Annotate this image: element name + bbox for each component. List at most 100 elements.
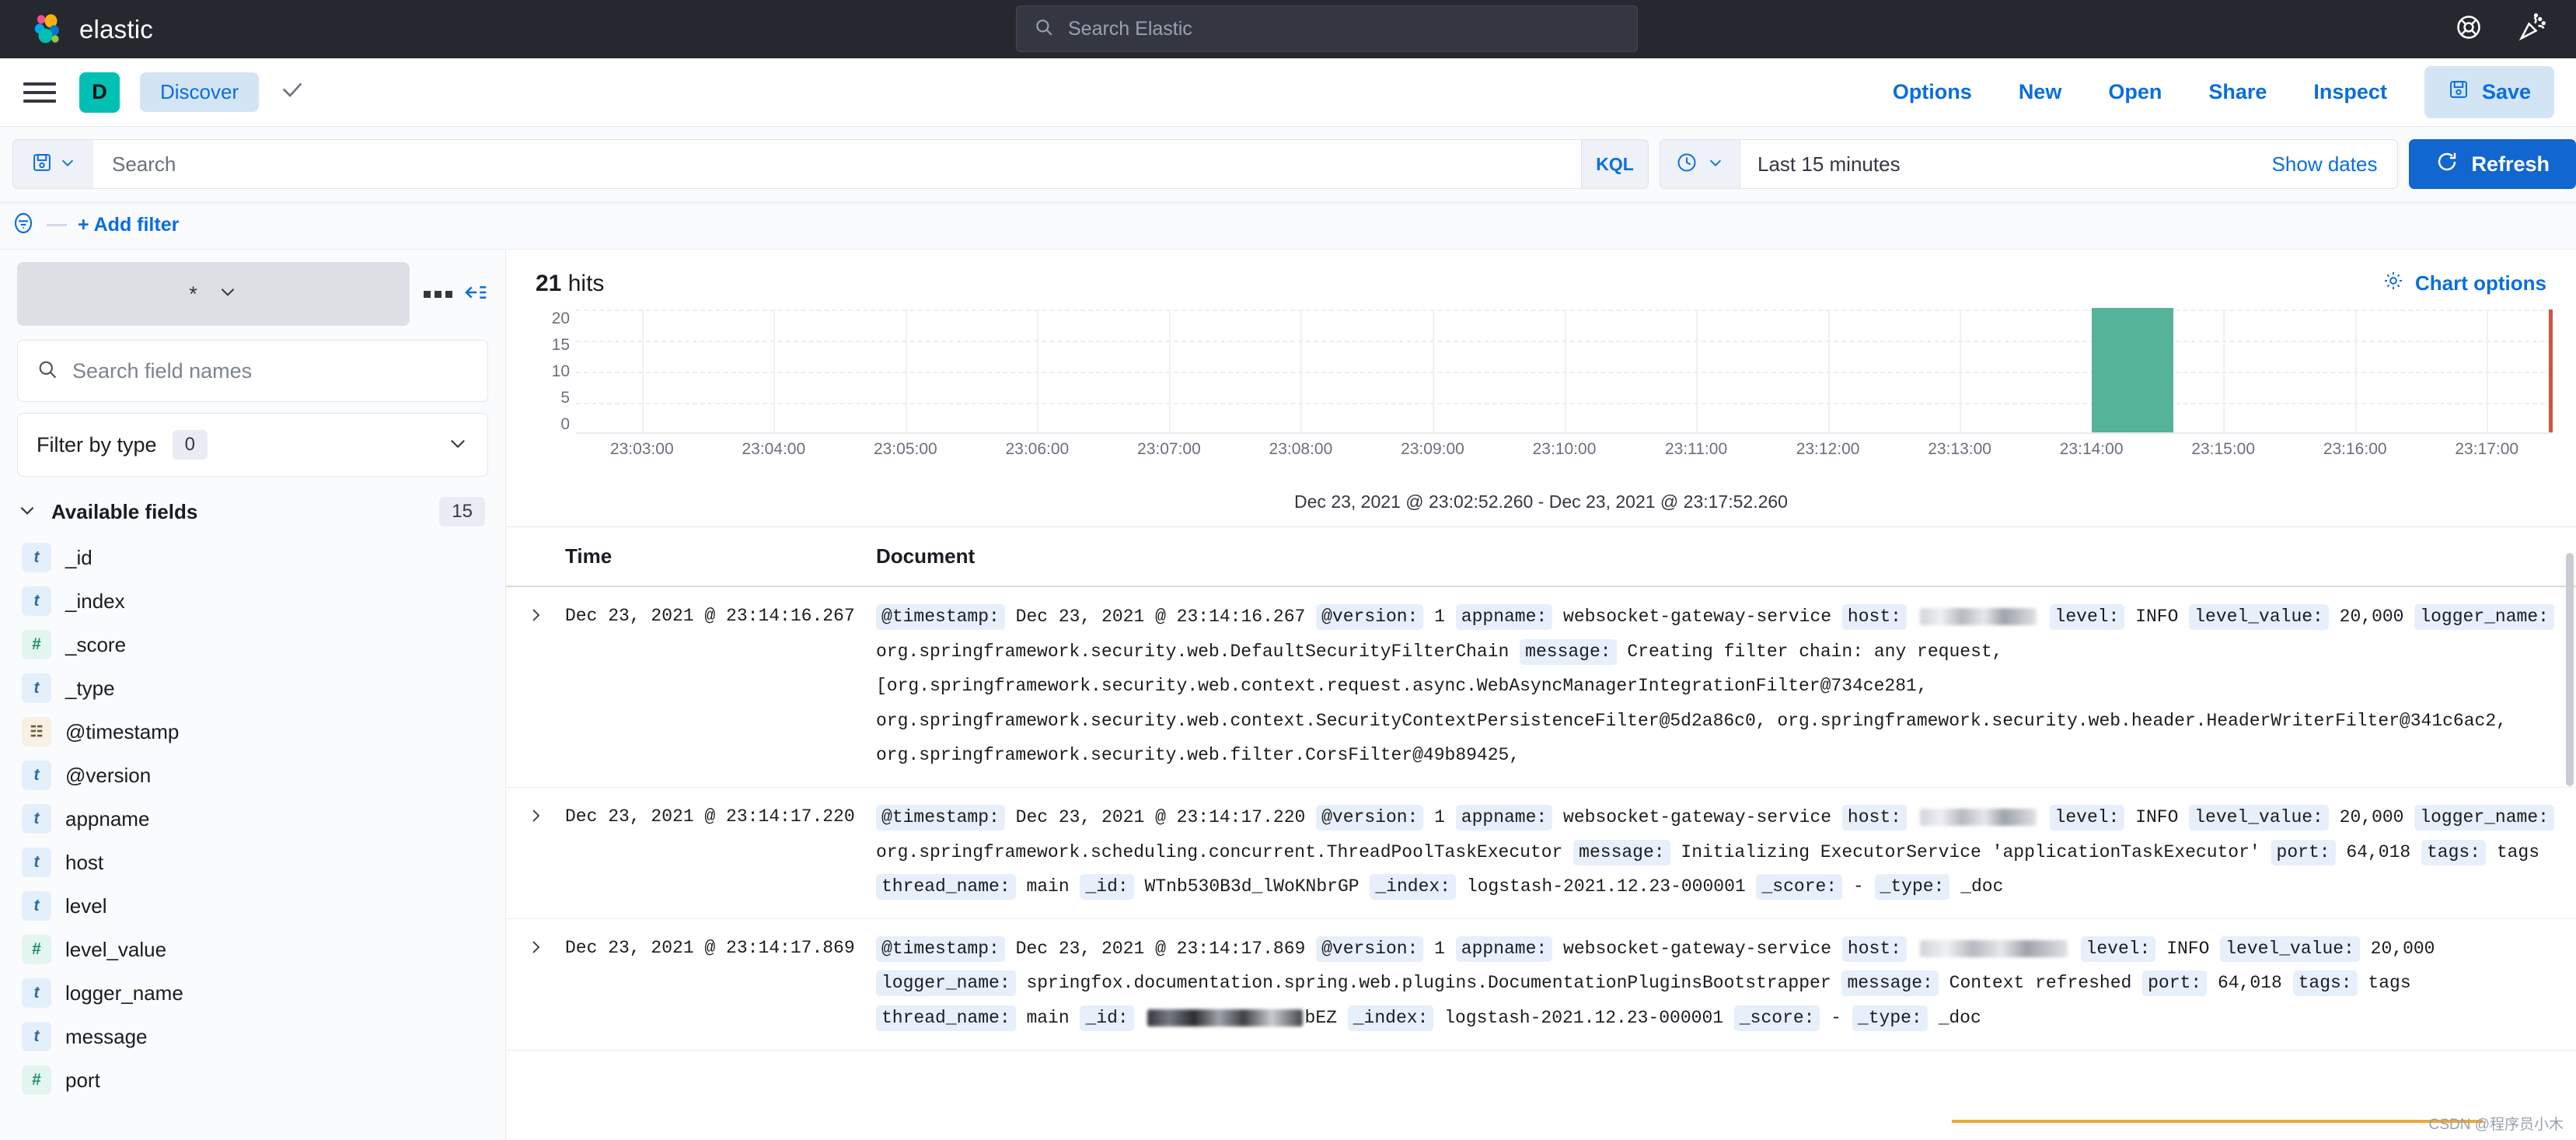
saved-query-button[interactable] (12, 139, 93, 189)
redacted-value (1920, 940, 2068, 957)
field-name: port (65, 1068, 100, 1093)
row-timestamp: Dec 23, 2021 @ 23:14:17.869 (565, 932, 876, 1036)
breadcrumb-discover[interactable]: Discover (140, 72, 259, 112)
field-item[interactable]: tmessage (17, 1015, 488, 1058)
filter-by-type-select[interactable]: Filter by type 0 (17, 413, 488, 477)
field-name: appname (65, 807, 149, 831)
doc-field-key: _index: (1348, 1005, 1434, 1031)
row-timestamp: Dec 23, 2021 @ 23:14:17.220 (565, 800, 876, 904)
show-dates-button[interactable]: Show dates (2252, 152, 2398, 177)
field-item[interactable]: thost (17, 841, 488, 884)
field-name: _type (65, 677, 115, 701)
query-language-button[interactable]: KQL (1582, 139, 1649, 189)
expand-row-button[interactable] (506, 600, 565, 773)
index-pattern-select[interactable]: * (17, 262, 410, 326)
field-item[interactable]: t@version (17, 754, 488, 797)
doc-field-key: message: (1841, 970, 1938, 996)
share-button[interactable]: Share (2185, 80, 2290, 104)
doc-field-key: level: (2050, 604, 2125, 630)
x-tick-label: 23:16:00 (2323, 440, 2387, 459)
expand-row-button[interactable] (506, 932, 565, 1036)
available-fields-label: Available fields (51, 500, 425, 524)
field-item[interactable]: # port (17, 1058, 488, 1102)
available-fields-header[interactable]: Available fields 15 (17, 497, 488, 526)
histogram-chart[interactable]: 20151050 23:03:0023:04:0023:05:0023:06:0… (506, 302, 2576, 512)
menu-hamburger-icon[interactable] (23, 82, 56, 103)
field-search-input[interactable]: Search field names (17, 340, 488, 402)
x-tick-label: 23:04:00 (742, 440, 805, 459)
y-axis-labels: 20151050 (528, 309, 570, 434)
x-tick-label: 23:08:00 (1269, 440, 1333, 459)
doc-field-value: websocket-gateway-service (1563, 807, 1831, 827)
field-item[interactable]: t_type (17, 666, 488, 710)
field-type-string-icon: t (22, 978, 51, 1008)
add-filter-button[interactable]: + Add filter (78, 214, 179, 236)
search-input[interactable]: Search (93, 139, 1582, 189)
doc-field-key: @timestamp: (876, 936, 1005, 962)
inspect-button[interactable]: Inspect (2290, 80, 2410, 104)
now-marker-line (2549, 309, 2553, 432)
row-document-summary: @timestamp: Dec 23, 2021 @ 23:14:17.220 … (876, 800, 2576, 904)
chevron-down-icon (218, 282, 238, 307)
watermark: CSDN @程序员小木 (2429, 1113, 2564, 1134)
field-name: level (65, 894, 106, 918)
quick-select-button[interactable] (1660, 139, 1740, 189)
global-search-bar[interactable]: Search Elastic (1016, 5, 1638, 52)
index-pattern-value: * (189, 282, 197, 306)
field-name: _index (65, 589, 125, 614)
field-item[interactable]: ☷@timestamp (17, 710, 488, 754)
field-item[interactable]: t_id (17, 536, 488, 579)
refresh-button-label: Refresh (2471, 152, 2550, 177)
doc-field-value: _doc (1960, 876, 2003, 897)
filter-icon[interactable] (11, 211, 36, 240)
hit-count-number: 21 (536, 271, 561, 296)
table-row[interactable]: Dec 23, 2021 @ 23:14:17.869@timestamp: D… (506, 919, 2576, 1051)
row-document-summary: @timestamp: Dec 23, 2021 @ 23:14:17.869 … (876, 932, 2576, 1036)
new-button[interactable]: New (1995, 80, 2086, 104)
field-item[interactable]: tappname (17, 797, 488, 841)
party-popper-icon[interactable] (2518, 13, 2546, 45)
save-button[interactable]: Save (2424, 66, 2554, 118)
table-row[interactable]: Dec 23, 2021 @ 23:14:16.267@timestamp: D… (506, 587, 2576, 788)
filter-by-type-count: 0 (173, 430, 208, 460)
refresh-button[interactable]: Refresh (2409, 139, 2576, 189)
field-name: level_value (65, 938, 166, 962)
column-header-document[interactable]: Document (876, 544, 975, 568)
open-button[interactable]: Open (2085, 80, 2185, 104)
floppy-disk-icon (31, 152, 53, 177)
grid-line-vertical (1300, 309, 1302, 432)
more-options-icon[interactable] (424, 291, 452, 298)
field-item[interactable]: tlogger_name (17, 971, 488, 1015)
field-item[interactable]: #level_value (17, 928, 488, 971)
check-icon[interactable] (279, 77, 305, 107)
options-button[interactable]: Options (1869, 80, 1995, 104)
field-item[interactable]: t_index (17, 579, 488, 623)
chart-options-button[interactable]: Chart options (2382, 270, 2546, 297)
field-item[interactable]: tlevel (17, 884, 488, 928)
y-tick-label: 5 (560, 389, 570, 407)
expand-row-button[interactable] (506, 800, 565, 904)
collapse-sidebar-icon[interactable] (463, 280, 488, 309)
histogram-bar[interactable] (2092, 308, 2173, 432)
doc-field-key: level: (2050, 805, 2125, 831)
column-header-time[interactable]: Time (565, 544, 876, 568)
avatar[interactable]: D (79, 72, 120, 113)
field-type-string-icon: t (22, 761, 51, 790)
chevron-down-icon (447, 432, 469, 458)
doc-field-value: logstash-2021.12.23-000001 (1467, 876, 1746, 897)
field-item[interactable]: #_score (17, 623, 488, 666)
grid-line-vertical (1696, 309, 1698, 432)
gear-icon (2382, 270, 2404, 297)
field-type-number-icon: # (22, 1065, 51, 1095)
doc-field-key: tags: (2421, 840, 2486, 865)
vertical-scrollbar[interactable] (2566, 553, 2574, 786)
sidebar-tools (424, 280, 488, 309)
field-name: _score (65, 633, 126, 657)
doc-field-value: tags (2497, 842, 2539, 862)
help-lifering-icon[interactable] (2455, 13, 2483, 45)
field-list: t_idt_index#_scoret_type☷@timestampt@ver… (17, 536, 488, 1102)
doc-field-value: 1 (1434, 939, 1445, 959)
table-row[interactable]: Dec 23, 2021 @ 23:14:17.220@timestamp: D… (506, 788, 2576, 919)
time-range-label[interactable]: Last 15 minutes (1740, 152, 1918, 177)
doc-field-value: - (1853, 876, 1864, 897)
